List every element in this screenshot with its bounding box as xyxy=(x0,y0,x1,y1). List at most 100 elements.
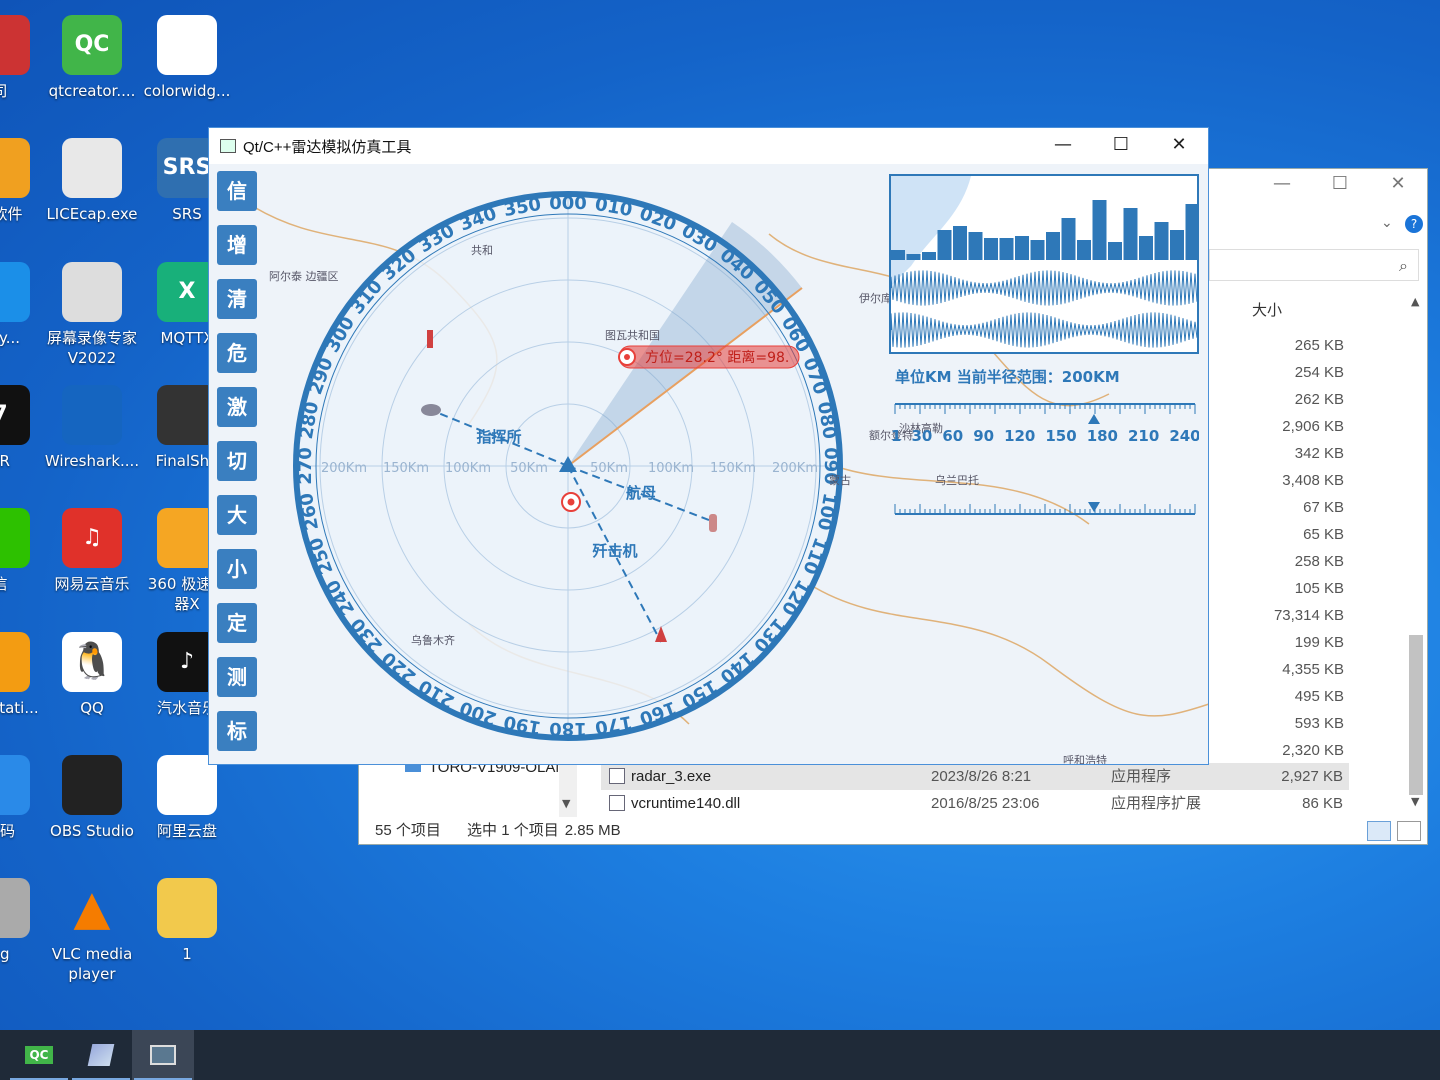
desktop-icon-licecap[interactable]: LICEcap.exe xyxy=(44,138,140,224)
close-icon[interactable]: ✕ xyxy=(1369,173,1427,194)
side-button-7[interactable]: 大 xyxy=(217,495,257,535)
desktop-icon-partial-icon-top-left[interactable]: 司 xyxy=(0,15,48,101)
side-button-11[interactable]: 标 xyxy=(217,711,257,751)
taskbar-qtcreator[interactable]: QC xyxy=(8,1030,70,1080)
large-icons-view-icon[interactable] xyxy=(1397,821,1421,841)
desktop-icon-bg[interactable]: bg xyxy=(0,878,48,964)
nav-pane-scroll[interactable]: ▼ xyxy=(559,761,577,817)
column-header-size[interactable]: 大小 xyxy=(1252,299,1282,320)
desktop-icon-label: colorwidg... xyxy=(143,82,231,100)
bg-icon xyxy=(0,878,30,938)
waveform-line xyxy=(891,312,1197,348)
desktop-icon-label: vare tati... xyxy=(0,699,39,717)
title-bar[interactable]: Qt/C++雷达模拟仿真工具 — ☐ ✕ xyxy=(209,128,1208,164)
map-place-label: 共和 xyxy=(471,244,493,257)
spectrum-bar xyxy=(1139,236,1153,260)
file-size-cell: 4,355 KB xyxy=(1282,661,1344,678)
ruler-pointer-up xyxy=(1088,414,1100,424)
desktop-icon-label: VLC media player xyxy=(51,945,133,983)
side-button-8[interactable]: 小 xyxy=(217,549,257,589)
desktop-icon-screen-recorder[interactable]: 屏幕录像专家 V2022 xyxy=(44,262,140,368)
file-type: 应用程序扩展 xyxy=(1111,795,1202,812)
desktop: 司 QC qtcreator.... colorwidg... 全软件 LICEcap.e… xyxy=(0,0,1440,1030)
taskbar-notepad[interactable] xyxy=(70,1030,132,1080)
file-size-cell: 65 KB xyxy=(1303,526,1344,543)
close-button[interactable]: ✕ xyxy=(1150,128,1208,164)
desktop-icon-label: udy... xyxy=(0,329,21,347)
desktop-icon-colorwidget[interactable]: colorwidg... xyxy=(139,15,235,101)
side-button-10[interactable]: 测 xyxy=(217,657,257,697)
side-button-4[interactable]: 危 xyxy=(217,333,257,373)
side-button-3[interactable]: 清 xyxy=(217,279,257,319)
side-button-2[interactable]: 增 xyxy=(217,225,257,265)
desktop-icon-netease-music[interactable]: ♫ 网易云音乐 xyxy=(44,508,140,594)
desktop-icon-decoder[interactable]: 解码 xyxy=(0,755,48,841)
scroll-down-icon[interactable]: ▼ xyxy=(562,797,570,810)
file-row-vcruntime[interactable]: vcruntime140.dll 2016/8/25 23:06 应用程序扩展 … xyxy=(601,790,1349,817)
desktop-icon-qq[interactable]: 🐧 QQ xyxy=(44,632,140,718)
app-icon xyxy=(220,139,236,153)
details-view-icon[interactable] xyxy=(1367,821,1391,841)
side-button-9[interactable]: 定 xyxy=(217,603,257,643)
file-row-radar[interactable]: radar_3.exe 2023/8/26 8:21 应用程序 2,927 KB xyxy=(601,763,1349,790)
file-size-cell: 3,408 KB xyxy=(1282,472,1344,489)
side-button-5[interactable]: 激 xyxy=(217,387,257,427)
side-button-1[interactable]: 信 xyxy=(217,171,257,211)
desktop-icon-wireshark[interactable]: Wireshark.... xyxy=(44,385,140,471)
maximize-button[interactable]: ☐ xyxy=(1092,128,1150,164)
scale-value: 1 xyxy=(891,427,902,445)
ring-distance-label: 150Km xyxy=(383,461,429,476)
ring-distance-label: 100Km xyxy=(648,461,694,476)
file-size: 2,927 KB xyxy=(1281,768,1343,785)
spectrum-bar xyxy=(922,252,936,260)
scale-value: 150 xyxy=(1045,427,1077,445)
notepad-icon xyxy=(87,1044,115,1066)
licecap-icon xyxy=(62,138,122,198)
minimize-icon[interactable]: — xyxy=(1253,173,1311,194)
desktop-icon-study[interactable]: udy... xyxy=(0,262,48,348)
taskbar-radar-app[interactable] xyxy=(132,1030,194,1080)
wireshark-icon xyxy=(62,385,122,445)
desktop-icon-label: 解码 xyxy=(0,822,15,840)
scale-value: 180 xyxy=(1086,427,1118,445)
spectrum-bar xyxy=(1123,208,1138,260)
scale-value: 120 xyxy=(1004,427,1036,445)
map-place-label: 图瓦共和国 xyxy=(605,329,660,342)
vertical-scrollbar[interactable]: ▲ ▼ xyxy=(1407,295,1425,815)
file-size-cell: 593 KB xyxy=(1294,715,1344,732)
help-icon[interactable]: ? xyxy=(1405,215,1423,233)
scrollbar-thumb[interactable] xyxy=(1409,635,1423,795)
minimize-button[interactable]: — xyxy=(1034,128,1092,164)
search-box[interactable]: ⌕ xyxy=(1209,249,1419,281)
file-size-cell: 199 KB xyxy=(1294,634,1344,651)
radar-app-window[interactable]: Qt/C++雷达模拟仿真工具 — ☐ ✕ 000 010 020 030 040 050 0… xyxy=(208,127,1209,765)
desktop-icon-wechat[interactable]: 信 xyxy=(0,508,48,594)
desktop-icon-obs[interactable]: OBS Studio xyxy=(44,755,140,841)
security-software-icon xyxy=(0,138,30,198)
ter-icon: 7 xyxy=(0,385,30,445)
desktop-icon-security-software[interactable]: 全软件 xyxy=(0,138,48,224)
desktop-icon-qtcreator[interactable]: QC qtcreator.... xyxy=(44,15,140,101)
scale-value: 60 xyxy=(942,427,964,445)
spectrum-bar xyxy=(1108,242,1122,260)
missile-icon xyxy=(427,330,433,348)
desktop-icon-aliyun-drive[interactable]: 阿里云盘 xyxy=(139,755,235,841)
netease-music-icon: ♫ xyxy=(62,508,122,568)
desktop-icon-vmware[interactable]: vare tati... xyxy=(0,632,48,718)
desktop-icon-label: 全软件 xyxy=(0,205,23,223)
desktop-icon-folder-1[interactable]: 1 xyxy=(139,878,235,964)
size-column: 265 KB 254 KB 262 KB 2,906 KB 342 KB 3,408 KB… xyxy=(1229,332,1344,764)
desktop-icon-vlc[interactable]: ▲ VLC media player xyxy=(44,878,140,984)
colorwidget-icon xyxy=(157,15,217,75)
target-info-text: 方位=28.2° 距离=98. xyxy=(645,349,789,366)
scroll-down-icon[interactable]: ▼ xyxy=(1411,795,1419,808)
desktop-icon-ter[interactable]: 7 ER xyxy=(0,385,48,471)
waveform-panel xyxy=(889,174,1199,354)
scroll-up-icon[interactable]: ▲ xyxy=(1411,295,1419,308)
desktop-icon-label: 屏幕录像专家 V2022 xyxy=(46,329,137,367)
chevron-down-icon[interactable]: ⌄ xyxy=(1381,215,1393,231)
status-bar: 55 个项目 选中 1 个项目 2.85 MB xyxy=(375,819,643,840)
range-ruler[interactable] xyxy=(891,384,1209,524)
side-button-6[interactable]: 切 xyxy=(217,441,257,481)
maximize-icon[interactable]: ☐ xyxy=(1311,173,1369,194)
